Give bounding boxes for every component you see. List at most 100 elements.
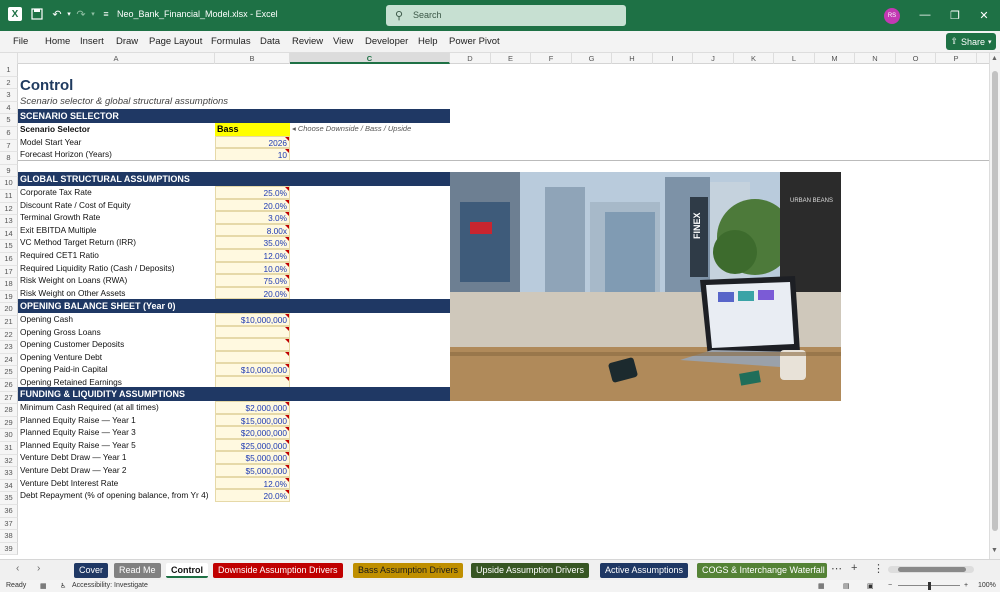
section-header-opening[interactable]: OPENING BALANCE SHEET (Year 0)	[18, 299, 450, 313]
more-tabs-icon[interactable]: ⋯	[831, 562, 842, 575]
row-header[interactable]: 1	[0, 64, 18, 77]
page-layout-view-icon[interactable]: ▤	[843, 582, 850, 590]
opening-balance-input[interactable]	[215, 325, 290, 339]
tab-active-assumptions[interactable]: Active Assumptions	[600, 563, 689, 578]
row-header[interactable]: 15	[0, 240, 18, 253]
row-header[interactable]: 25	[0, 366, 18, 379]
horizon-input[interactable]: 10	[215, 148, 290, 161]
funding-assumption-input[interactable]: 20.0%	[215, 489, 290, 502]
column-header[interactable]: J	[693, 53, 734, 64]
row-header[interactable]: 39	[0, 542, 18, 556]
save-icon[interactable]	[30, 7, 44, 21]
tab-cogs-interchange-waterfall[interactable]: COGS & Interchange Waterfall	[697, 563, 827, 578]
menu-help[interactable]: Help	[418, 36, 438, 47]
row-header[interactable]: 21	[0, 316, 18, 329]
global-assumption-label[interactable]: Corporate Tax Rate	[18, 186, 94, 199]
funding-assumption-input[interactable]: $15,000,000	[215, 413, 290, 427]
row-header[interactable]: 6	[0, 127, 18, 140]
menu-data[interactable]: Data	[260, 36, 280, 47]
menu-developer[interactable]: Developer	[365, 36, 408, 47]
accessibility-status[interactable]: Accessibility: Investigate	[72, 582, 148, 589]
row-header[interactable]: 5	[0, 114, 18, 127]
row-header[interactable]: 31	[0, 442, 18, 455]
funding-assumption-label[interactable]: Venture Debt Draw — Year 2	[18, 464, 129, 477]
global-assumption-label[interactable]: VC Method Target Return (IRR)	[18, 236, 138, 249]
share-button[interactable]: ⇪ Share ▾	[946, 33, 996, 50]
column-header[interactable]: B	[215, 53, 290, 64]
tab-next-icon[interactable]: ›	[37, 563, 40, 574]
scrollbar-thumb[interactable]	[992, 71, 998, 531]
section-header-funding[interactable]: FUNDING & LIQUIDITY ASSUMPTIONS	[18, 387, 450, 401]
restore-icon[interactable]: ❐	[948, 8, 962, 22]
column-header[interactable]: I	[653, 53, 693, 64]
row-header[interactable]: 22	[0, 328, 18, 342]
zoom-level[interactable]: 100%	[978, 582, 996, 589]
funding-assumption-label[interactable]: Venture Debt Draw — Year 1	[18, 451, 129, 464]
global-assumption-input[interactable]: 75.0%	[215, 274, 290, 287]
column-header[interactable]: D	[450, 53, 491, 64]
funding-assumption-input[interactable]: 12.0%	[215, 476, 290, 490]
row-header[interactable]: 32	[0, 454, 18, 468]
section-header-scenario[interactable]: SCENARIO SELECTOR	[18, 109, 450, 123]
scroll-down-icon[interactable]: ▼	[991, 547, 998, 554]
menu-draw[interactable]: Draw	[116, 36, 138, 47]
row-header[interactable]: 28	[0, 404, 18, 417]
column-header[interactable]: H	[612, 53, 653, 64]
global-assumption-input[interactable]: 35.0%	[215, 236, 290, 249]
row-header[interactable]: 16	[0, 253, 18, 266]
global-assumption-input[interactable]: 3.0%	[215, 211, 290, 224]
tab-cover[interactable]: Cover	[74, 563, 109, 578]
funding-assumption-label[interactable]: Planned Equity Raise — Year 5	[18, 439, 138, 452]
start-year-label[interactable]: Model Start Year	[18, 136, 83, 149]
funding-assumption-label[interactable]: Planned Equity Raise — Year 1	[18, 414, 138, 427]
row-header[interactable]: 23	[0, 341, 18, 354]
row-header[interactable]: 17	[0, 265, 18, 279]
tab-control[interactable]: Control	[166, 563, 208, 578]
avatar[interactable]: RS	[884, 8, 900, 24]
global-assumption-label[interactable]: Risk Weight on Loans (RWA)	[18, 274, 129, 287]
funding-assumption-label[interactable]: Venture Debt Interest Rate	[18, 477, 120, 490]
opening-balance-input[interactable]: $10,000,000	[215, 313, 290, 326]
select-all-corner[interactable]	[0, 53, 18, 64]
embedded-photo[interactable]: FINEX URBAN BEANS	[450, 172, 841, 401]
tab-prev-icon[interactable]: ‹	[16, 563, 19, 574]
customize-toolbar-icon[interactable]: ≡	[99, 7, 113, 21]
global-assumption-label[interactable]: Discount Rate / Cost of Equity	[18, 199, 133, 212]
row-header[interactable]: 14	[0, 227, 18, 241]
opening-balance-input[interactable]	[215, 350, 290, 364]
menu-power-pivot[interactable]: Power Pivot	[449, 36, 500, 47]
tab-upside-assumption-drivers[interactable]: Upside Assumption Drivers	[471, 563, 590, 578]
column-header[interactable]: M	[815, 53, 855, 64]
row-header[interactable]: 26	[0, 379, 18, 392]
add-sheet-icon[interactable]: +	[851, 562, 857, 574]
funding-assumption-label[interactable]: Minimum Cash Required (at all times)	[18, 401, 161, 414]
row-header[interactable]: 8	[0, 152, 18, 165]
menu-file[interactable]: File	[13, 36, 28, 47]
opening-balance-label[interactable]: Opening Paid-in Capital	[18, 363, 110, 376]
row-header[interactable]: 7	[0, 139, 18, 153]
opening-balance-label[interactable]: Opening Venture Debt	[18, 351, 104, 364]
funding-assumption-label[interactable]: Planned Equity Raise — Year 3	[18, 426, 138, 439]
opening-balance-label[interactable]: Opening Gross Loans	[18, 326, 103, 339]
row-header[interactable]: 27	[0, 391, 18, 405]
vertical-scrollbar[interactable]: ▲ ▼	[989, 53, 1000, 559]
scroll-up-icon[interactable]: ▲	[991, 55, 998, 62]
row-header[interactable]: 35	[0, 492, 18, 505]
section-header-global[interactable]: GLOBAL STRUCTURAL ASSUMPTIONS	[18, 172, 450, 186]
horizontal-scrollbar[interactable]	[888, 566, 974, 573]
global-assumption-input[interactable]: 20.0%	[215, 198, 290, 212]
global-assumption-input[interactable]: 8.00x	[215, 223, 290, 237]
tab-read-me[interactable]: Read Me	[114, 563, 161, 578]
scenario-selector-label[interactable]: Scenario Selector	[18, 123, 92, 136]
row-header[interactable]: 20	[0, 303, 18, 316]
row-header[interactable]: 34	[0, 479, 18, 493]
sheet-title[interactable]: Control	[20, 77, 73, 94]
global-assumption-input[interactable]: 10.0%	[215, 261, 290, 275]
start-year-input[interactable]: 2026	[215, 135, 290, 148]
close-icon[interactable]: ✕	[977, 8, 991, 22]
tab-downside-assumption-drivers[interactable]: Downside Assumption Drivers	[213, 563, 343, 578]
redo-dropdown-icon[interactable]: ▾	[86, 7, 100, 21]
page-break-view-icon[interactable]: ▣	[867, 582, 874, 590]
menu-formulas[interactable]: Formulas	[211, 36, 251, 47]
column-header[interactable]: N	[855, 53, 896, 64]
